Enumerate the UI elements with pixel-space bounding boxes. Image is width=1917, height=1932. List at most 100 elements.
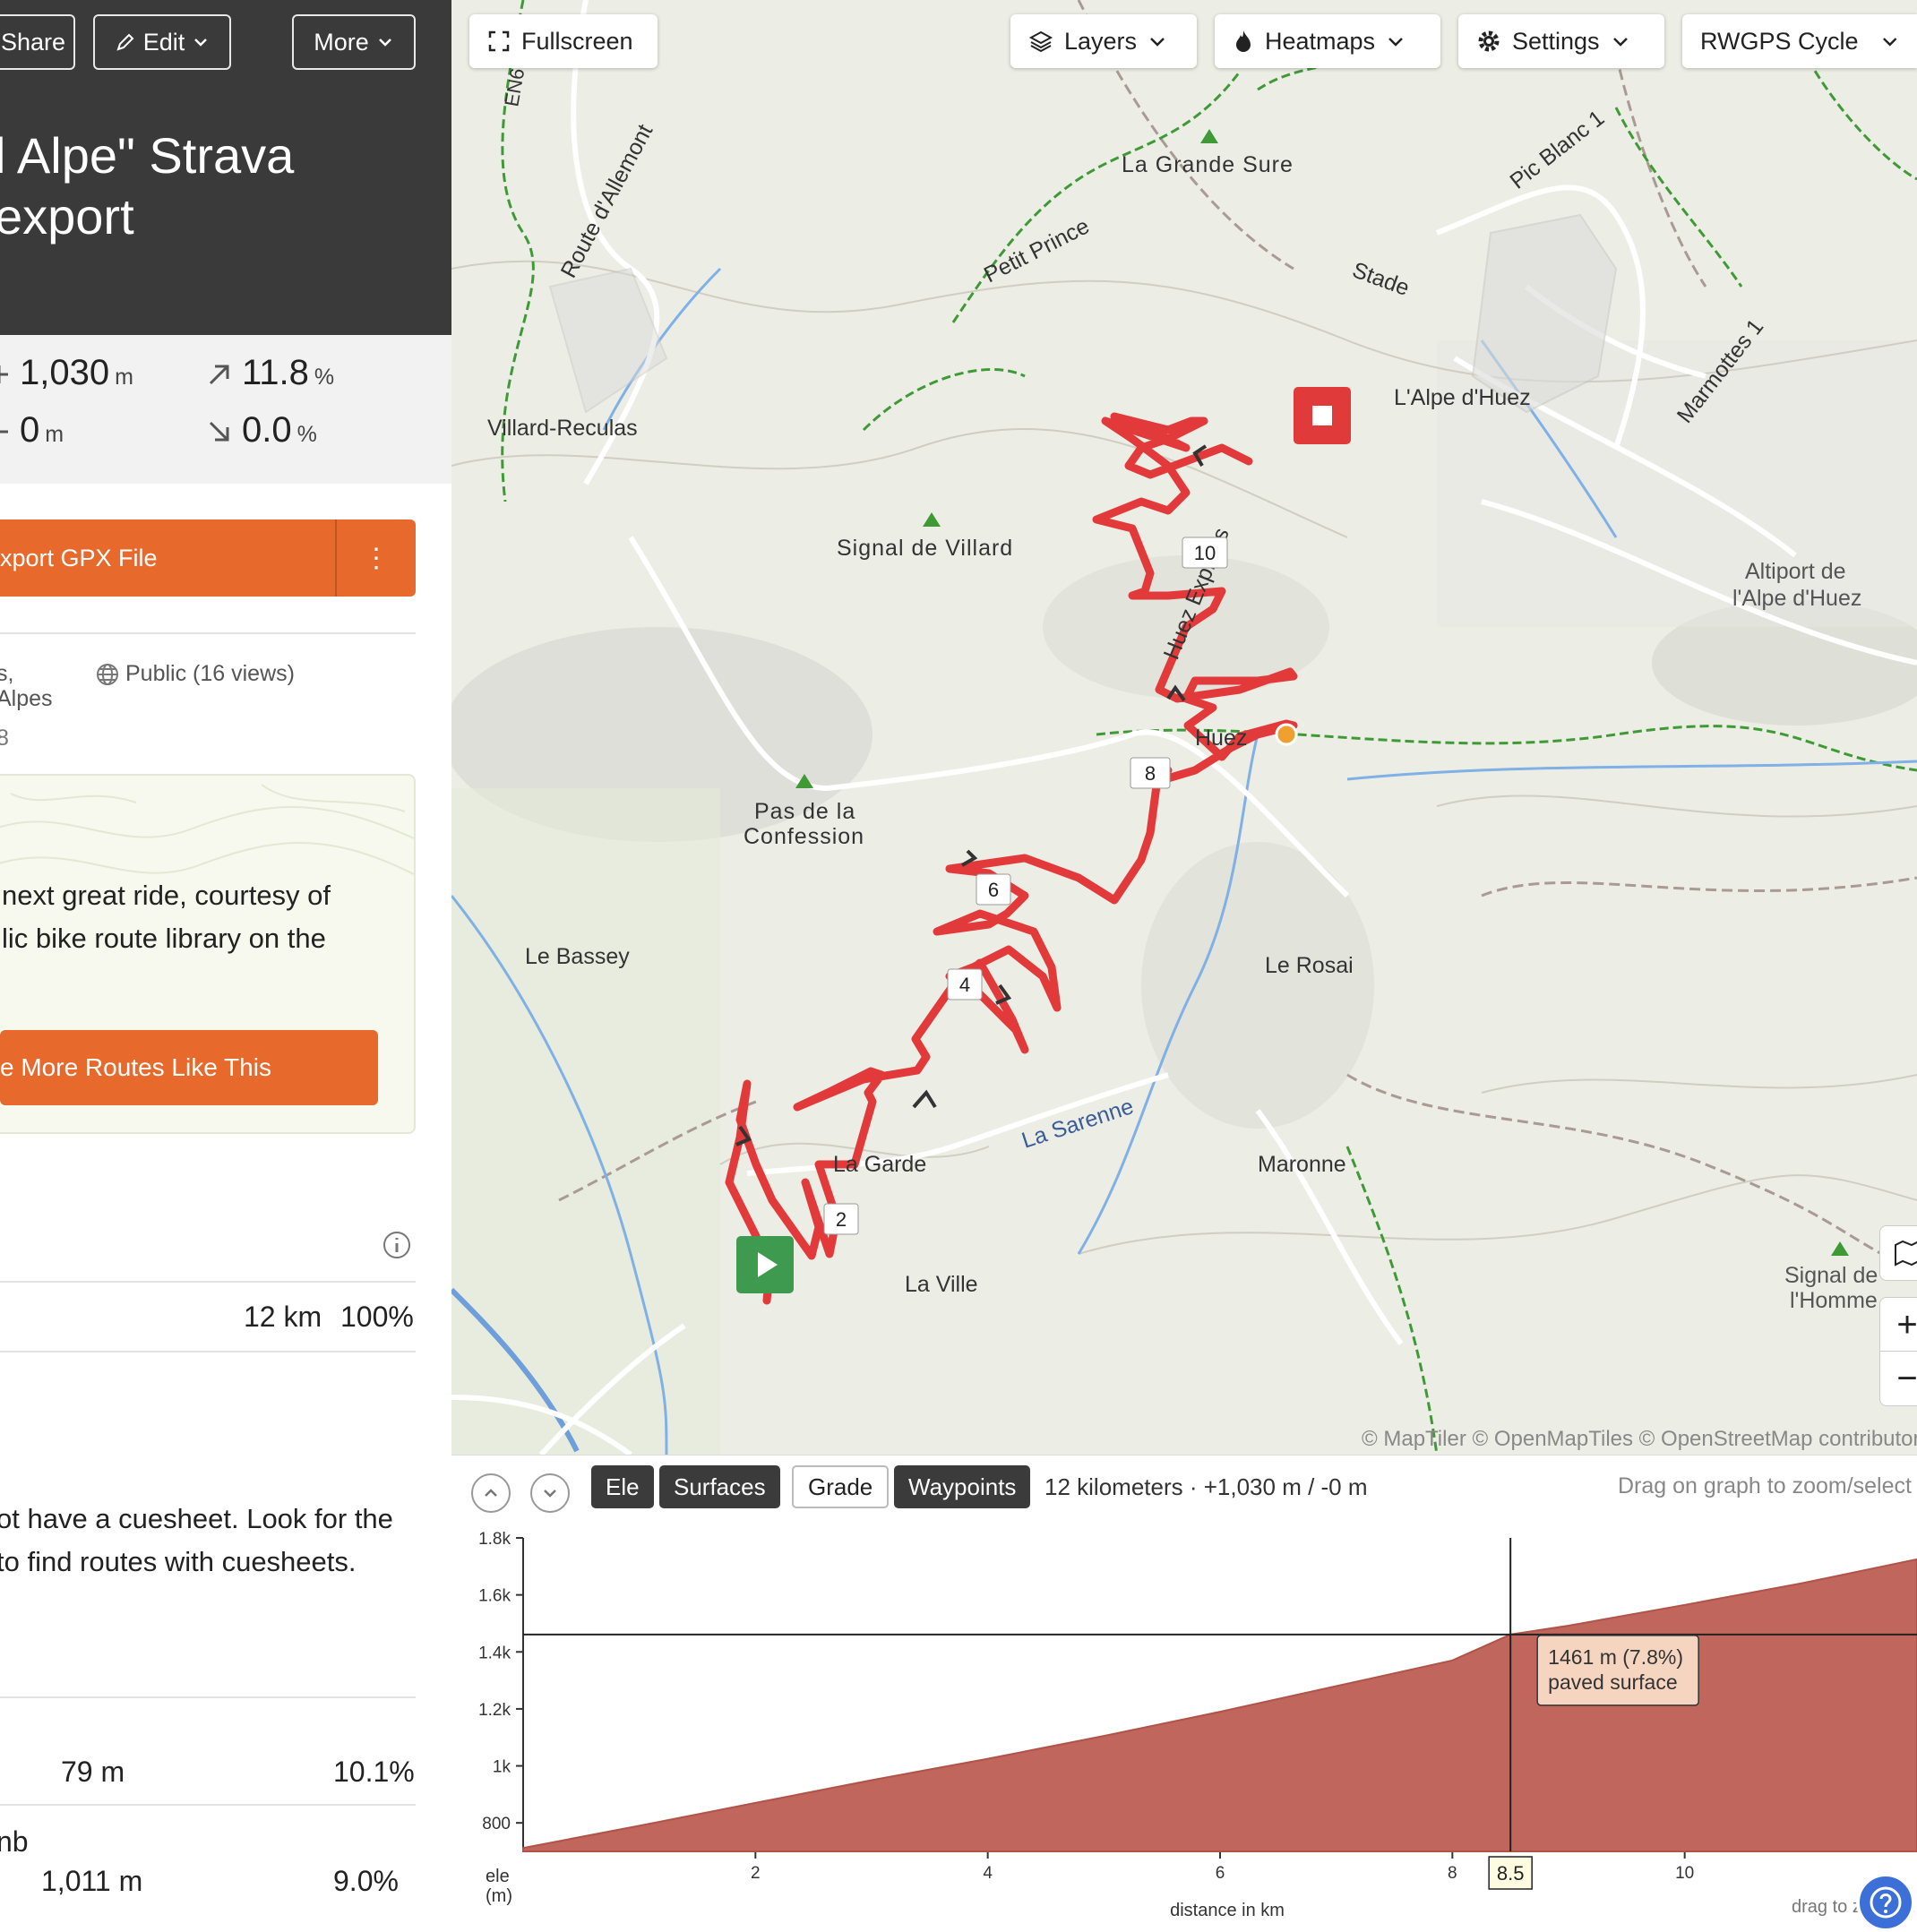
chevron-down-icon	[194, 39, 208, 47]
divider	[0, 1804, 416, 1806]
km-marker-label: 8	[1145, 762, 1156, 785]
map-attribution[interactable]: © MapTiler © OpenMapTiles © OpenStreetMa…	[1362, 1427, 1917, 1451]
map-label: Route d'Allemont	[556, 120, 658, 282]
minus-icon	[0, 430, 8, 434]
start-marker[interactable]	[736, 1236, 794, 1293]
more-button[interactable]: More	[292, 14, 416, 70]
km-marker-label: 2	[836, 1208, 847, 1231]
map-label: Pas de la	[754, 799, 855, 824]
km-marker-10: 10	[1182, 537, 1228, 569]
visibility-label: Public (16 views)	[125, 661, 295, 686]
export-options-button[interactable]: ⋮	[337, 519, 416, 597]
divider	[0, 1281, 416, 1283]
location-line1: s,	[0, 661, 14, 686]
elevation-gain-stat: 1,030 m	[0, 353, 133, 393]
share-button[interactable]: Share	[0, 14, 75, 70]
y-tick-label: 1.8k	[478, 1530, 511, 1549]
chevron-down-icon	[378, 39, 391, 47]
plus-icon	[0, 365, 8, 384]
elevation-tooltip: 1461 m (7.8%) paved surface	[1536, 1635, 1699, 1706]
expand-down-button[interactable]	[530, 1473, 570, 1513]
route-stats: 1,030 m 0m 11.8% 0.0%	[0, 335, 451, 484]
zoom-hint: Drag on graph to zoom/select	[1618, 1473, 1912, 1498]
elevation-summary: 12 kilometers · +1,030 m / -0 m	[1044, 1473, 1368, 1500]
y-tick-label: 1k	[493, 1758, 511, 1777]
map-label: Signal de	[1784, 1263, 1878, 1288]
route-map[interactable]: La Grande Sure Pic Blanc 1 Route d'Allem…	[451, 0, 1917, 1455]
pencil-icon	[116, 33, 134, 51]
settings-label: Settings	[1512, 27, 1600, 55]
map-label: Huez	[1195, 726, 1247, 751]
cuesheet-line2: to find routes with cuesheets.	[0, 1546, 357, 1577]
km-marker-6: 6	[976, 873, 1011, 906]
map-label: EN6	[500, 66, 529, 107]
promo-text: next great ride, courtesy of lic bike ro…	[2, 874, 331, 960]
y-tick-label: 1.4k	[478, 1644, 511, 1662]
elevation-loss-stat: 0m	[0, 410, 64, 451]
map-label: Maronne	[1258, 1152, 1346, 1177]
map-label: Stade	[1349, 257, 1413, 301]
gear-icon	[1478, 30, 1500, 52]
divider	[0, 632, 416, 634]
chevron-down-icon	[1882, 38, 1896, 47]
map-label: Le Rosai	[1265, 953, 1354, 978]
fullscreen-label: Fullscreen	[521, 27, 633, 55]
y-tick-label: 1.6k	[478, 1587, 511, 1606]
tab-grade[interactable]: Grade	[792, 1465, 890, 1508]
stop-icon	[1312, 406, 1332, 425]
location-line3: 8	[0, 726, 9, 751]
tab-surfaces[interactable]: Surfaces	[659, 1465, 780, 1508]
climb-value: 1,011 m	[41, 1865, 143, 1897]
y-axis-label-2: (m)	[486, 1886, 512, 1906]
layers-dropdown[interactable]: Layers	[1010, 14, 1197, 68]
flame-icon	[1236, 30, 1251, 52]
map-label: Signal de Villard	[837, 536, 1013, 561]
zoom-in-button[interactable]: +	[1879, 1297, 1917, 1352]
x-tick-label: 2	[751, 1864, 761, 1883]
map-label: La Ville	[905, 1272, 978, 1297]
map-canvas[interactable]: La Grande Sure Pic Blanc 1 Route d'Allem…	[451, 0, 1917, 1455]
map-label: La Garde	[833, 1152, 926, 1177]
map-legend-button[interactable]	[1879, 1225, 1917, 1281]
arrow-down-right-icon	[209, 422, 229, 442]
map-info-icon	[1895, 1240, 1917, 1267]
edit-label: Edit	[142, 28, 185, 56]
chevron-down-icon	[1388, 38, 1403, 47]
collapse-up-button[interactable]	[471, 1473, 511, 1513]
location-line2: Alpes	[0, 686, 53, 711]
tab-waypoints[interactable]: Waypoints	[894, 1465, 1031, 1508]
terrain-shading	[451, 340, 1917, 1455]
export-gpx-label: xport GPX File	[0, 545, 158, 571]
help-button[interactable]	[1856, 1873, 1915, 1932]
y-tick-label: 800	[482, 1815, 511, 1833]
x-axis-label: distance in km	[1170, 1901, 1285, 1918]
climb-value: 79 m	[61, 1756, 125, 1788]
settings-dropdown[interactable]: Settings	[1458, 14, 1664, 68]
chevron-down-icon	[544, 1490, 556, 1498]
fullscreen-button[interactable]: Fullscreen	[469, 14, 658, 68]
max-grade-stat: 11.8%	[206, 353, 334, 393]
map-label: Petit Prince	[980, 213, 1094, 288]
zoom-out-button[interactable]: −	[1879, 1351, 1917, 1406]
info-icon[interactable]	[382, 1230, 412, 1260]
heatmaps-dropdown[interactable]: Heatmaps	[1215, 14, 1440, 68]
elevation-loss-value: 0	[20, 410, 40, 450]
more-label: More	[314, 28, 369, 56]
promo-line2: lic bike route library on the	[2, 923, 326, 954]
y-axis-label-1: ele	[486, 1867, 510, 1886]
tab-ele[interactable]: Ele	[591, 1465, 654, 1508]
climb-percent: 9.0%	[333, 1865, 399, 1897]
edit-button[interactable]: Edit	[93, 14, 231, 70]
end-marker[interactable]	[1294, 387, 1351, 444]
minus-icon: −	[1896, 1358, 1917, 1398]
more-routes-button[interactable]: e More Routes Like This	[0, 1030, 378, 1105]
basemap-dropdown[interactable]: RWGPS Cycle	[1682, 14, 1917, 68]
cursor-km-badge: 8.5	[1488, 1856, 1533, 1890]
max-grade-value: 11.8	[242, 353, 309, 392]
question-icon	[1870, 1886, 1902, 1919]
chevron-down-icon	[1150, 38, 1165, 47]
paved-percent: 100%	[340, 1301, 414, 1333]
export-gpx-button[interactable]: xport GPX File ⋮	[0, 519, 416, 597]
fullscreen-icon	[488, 30, 510, 52]
elevation-chart[interactable]: 1.8k 1.6k 1.4k 1.2k 1k 800 2 4 6 8 10 1461 m (7.8…	[451, 1527, 1917, 1918]
